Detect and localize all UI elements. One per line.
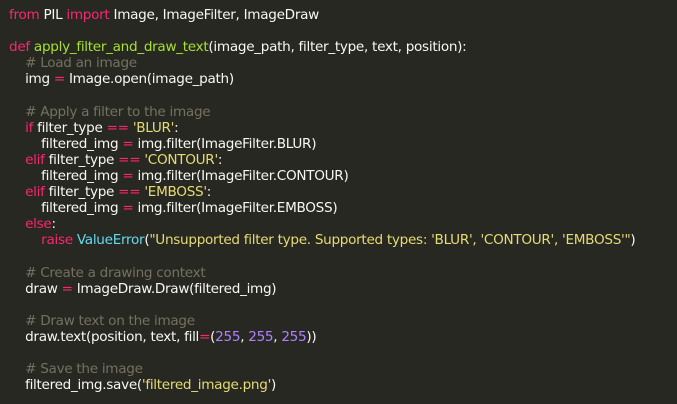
code-line[interactable]: filtered_img.save('filtered_image.png') xyxy=(9,377,677,393)
code-line[interactable]: # Save the image xyxy=(9,361,677,377)
code-token-plain: filtered_img xyxy=(9,135,123,152)
code-editor[interactable]: from PIL import Image, ImageFilter, Imag… xyxy=(0,0,677,404)
code-token-plain: filter_type xyxy=(44,151,119,168)
code-token-op: = xyxy=(122,200,134,217)
code-token-kw: import xyxy=(66,7,110,23)
code-token-str: 'filtered_image.png' xyxy=(141,377,272,394)
code-token-cm: # Draw text on the image xyxy=(25,312,195,329)
code-token-kw: def xyxy=(9,39,30,56)
code-token-kw: elif xyxy=(25,184,45,201)
code-token-cm: # Save the image xyxy=(25,361,143,378)
code-token-plain: filter_type xyxy=(33,119,107,136)
code-token-op: = xyxy=(53,71,65,88)
code-line[interactable]: filtered_img = img.filter(ImageFilter.CO… xyxy=(9,168,677,184)
code-token-plain: : xyxy=(174,119,179,136)
code-token-plain: filter_type xyxy=(44,184,119,201)
code-block[interactable]: from PIL import Image, ImageFilter, Imag… xyxy=(9,7,677,393)
code-line[interactable]: # Draw text on the image xyxy=(9,313,677,329)
code-token-op: = xyxy=(122,135,134,152)
code-line[interactable]: img = Image.open(image_path) xyxy=(9,71,677,87)
code-token-plain: filtered_img xyxy=(9,167,123,184)
code-line[interactable] xyxy=(9,87,677,103)
code-token-plain: : xyxy=(217,151,223,168)
code-token-plain: (image_path, filter_type, text, position… xyxy=(208,39,467,56)
code-token-plain: filtered_img xyxy=(9,200,123,217)
code-token-cm: # Load an image xyxy=(25,55,137,72)
code-line[interactable]: elif filter_type == 'EMBOSS': xyxy=(9,184,677,200)
code-token-op: == xyxy=(118,184,141,201)
code-token-fn: apply_filter_and_draw_text xyxy=(33,39,209,56)
code-token-num: 255 xyxy=(281,328,307,345)
code-line[interactable] xyxy=(9,23,677,39)
code-line[interactable]: def apply_filter_and_draw_text(image_pat… xyxy=(9,39,677,55)
code-token-str: "Unsupported filter type. Supported type… xyxy=(149,232,631,249)
code-token-op: = xyxy=(199,328,211,345)
code-token-plain: : xyxy=(51,216,56,233)
code-token-plain: draw.text(position, text, fill xyxy=(9,328,200,345)
code-line[interactable]: draw.text(position, text, fill=(255, 255… xyxy=(9,329,677,345)
code-line[interactable] xyxy=(9,248,677,264)
code-line[interactable]: elif filter_type == 'CONTOUR': xyxy=(9,152,677,168)
code-token-plain: draw xyxy=(9,280,62,297)
code-token-num: 255 xyxy=(248,328,274,345)
code-token-plain: Image.open(image_path) xyxy=(64,71,234,88)
code-token-plain: ) xyxy=(271,377,277,394)
code-line[interactable] xyxy=(9,345,677,361)
code-token-plain: ) xyxy=(630,232,636,249)
code-token-num: 255 xyxy=(215,328,241,345)
code-line[interactable]: # Load an image xyxy=(9,55,677,71)
code-token-str: 'CONTOUR' xyxy=(144,151,218,168)
code-line[interactable]: filtered_img = img.filter(ImageFilter.BL… xyxy=(9,136,677,152)
code-token-kw: elif xyxy=(25,151,45,168)
code-token-plain: img.filter(ImageFilter.BLUR) xyxy=(133,135,317,152)
code-line[interactable]: raise ValueError("Unsupported filter typ… xyxy=(9,232,677,248)
code-token-kw: if xyxy=(25,119,34,136)
code-token-plain: )) xyxy=(306,328,317,345)
code-token-plain: img xyxy=(9,71,54,88)
code-token-plain: Image, ImageFilter, ImageDraw xyxy=(109,7,319,23)
code-token-str: 'EMBOSS' xyxy=(144,184,207,201)
code-token-str: 'BLUR' xyxy=(132,119,175,136)
code-line[interactable]: # Create a drawing context xyxy=(9,265,677,281)
code-token-builtin: ValueError xyxy=(76,232,145,249)
code-line[interactable]: draw = ImageDraw.Draw(filtered_img) xyxy=(9,281,677,297)
code-token-plain: filtered_img.save( xyxy=(9,377,142,394)
code-token-plain: img.filter(ImageFilter.CONTOUR) xyxy=(133,167,349,184)
code-line[interactable] xyxy=(9,297,677,313)
code-token-kw: from xyxy=(9,7,40,23)
code-line[interactable]: from PIL import Image, ImageFilter, Imag… xyxy=(9,7,677,23)
code-line[interactable]: filtered_img = img.filter(ImageFilter.EM… xyxy=(9,200,677,216)
code-token-op: = xyxy=(61,280,73,297)
code-token-cm: # Apply a filter to the image xyxy=(25,103,211,120)
code-token-kw: else xyxy=(25,216,52,233)
code-token-kw: raise xyxy=(41,232,73,249)
code-token-op: == xyxy=(118,151,141,168)
code-token-plain: ImageDraw.Draw(filtered_img) xyxy=(72,280,277,297)
code-token-plain: : xyxy=(206,184,212,201)
code-token-op: = xyxy=(122,167,134,184)
code-line[interactable]: else: xyxy=(9,216,677,232)
code-line[interactable]: if filter_type == 'BLUR': xyxy=(9,120,677,136)
code-token-cm: # Create a drawing context xyxy=(25,264,206,281)
code-token-plain: PIL xyxy=(39,7,67,23)
code-line[interactable]: # Apply a filter to the image xyxy=(9,104,677,120)
code-token-op: == xyxy=(106,119,129,136)
code-token-plain: img.filter(ImageFilter.EMBOSS) xyxy=(133,200,338,217)
